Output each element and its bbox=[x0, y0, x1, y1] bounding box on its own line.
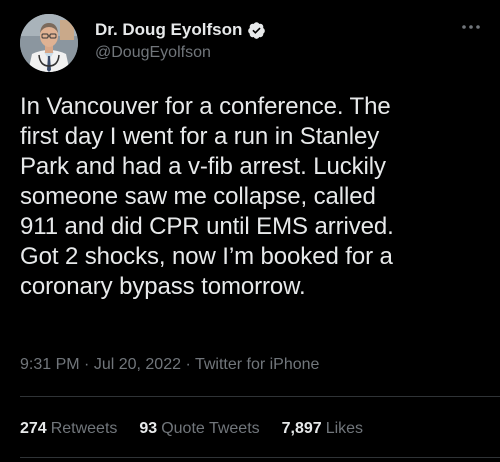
tweet-text-line: someone saw me collapse, called bbox=[20, 183, 376, 210]
meta-separator: · bbox=[79, 356, 94, 373]
tweet-text-line: Park and had a v-fib arrest. Luckily bbox=[20, 153, 386, 180]
avatar[interactable] bbox=[20, 14, 78, 72]
likes-count: 7,897 bbox=[281, 420, 322, 437]
tweet-text-line: coronary bypass tomorrow. bbox=[20, 273, 306, 300]
quote-tweets-stat[interactable]: 93 Quote Tweets bbox=[139, 420, 259, 438]
retweets-stat[interactable]: 274 Retweets bbox=[20, 420, 117, 438]
tweet-time[interactable]: 9:31 PM bbox=[20, 356, 80, 373]
tweet-meta: 9:31 PM · Jul 20, 2022 · Twitter for iPh… bbox=[20, 356, 319, 374]
tweet-text: In Vancouver for a conference. The first… bbox=[20, 92, 484, 302]
tweet-text-line: In Vancouver for a conference. The bbox=[20, 93, 391, 120]
likes-label: Likes bbox=[325, 420, 364, 437]
retweets-count: 274 bbox=[20, 420, 47, 437]
author-handle[interactable]: @DougEyolfson bbox=[95, 44, 211, 62]
divider bbox=[20, 457, 500, 458]
author-name-row[interactable]: Dr. Doug Eyolfson bbox=[95, 20, 266, 40]
quote-tweets-label: Quote Tweets bbox=[161, 420, 260, 437]
avatar-image bbox=[20, 14, 78, 72]
tweet-source[interactable]: Twitter for iPhone bbox=[195, 356, 320, 373]
quote-tweets-count: 93 bbox=[139, 420, 158, 437]
author-display-name[interactable]: Dr. Doug Eyolfson bbox=[95, 20, 242, 40]
tweet-text-line: 911 and did CPR until EMS arrived. bbox=[20, 213, 394, 240]
retweets-label: Retweets bbox=[50, 420, 118, 437]
verified-badge-icon bbox=[248, 21, 266, 39]
tweet-text-line: first day I went for a run in Stanley bbox=[20, 123, 380, 150]
more-options-icon[interactable] bbox=[460, 20, 482, 34]
tweet-card: Dr. Doug Eyolfson @DougEyolfson In Vanco… bbox=[0, 0, 500, 462]
tweet-text-line: Got 2 shocks, now I’m booked for a bbox=[20, 243, 393, 270]
tweet-date[interactable]: Jul 20, 2022 bbox=[94, 356, 181, 373]
likes-stat[interactable]: 7,897 Likes bbox=[282, 420, 363, 438]
tweet-stats: 274 Retweets 93 Quote Tweets 7,897 Likes bbox=[20, 420, 363, 438]
divider bbox=[20, 396, 500, 397]
meta-separator: · bbox=[181, 356, 195, 373]
